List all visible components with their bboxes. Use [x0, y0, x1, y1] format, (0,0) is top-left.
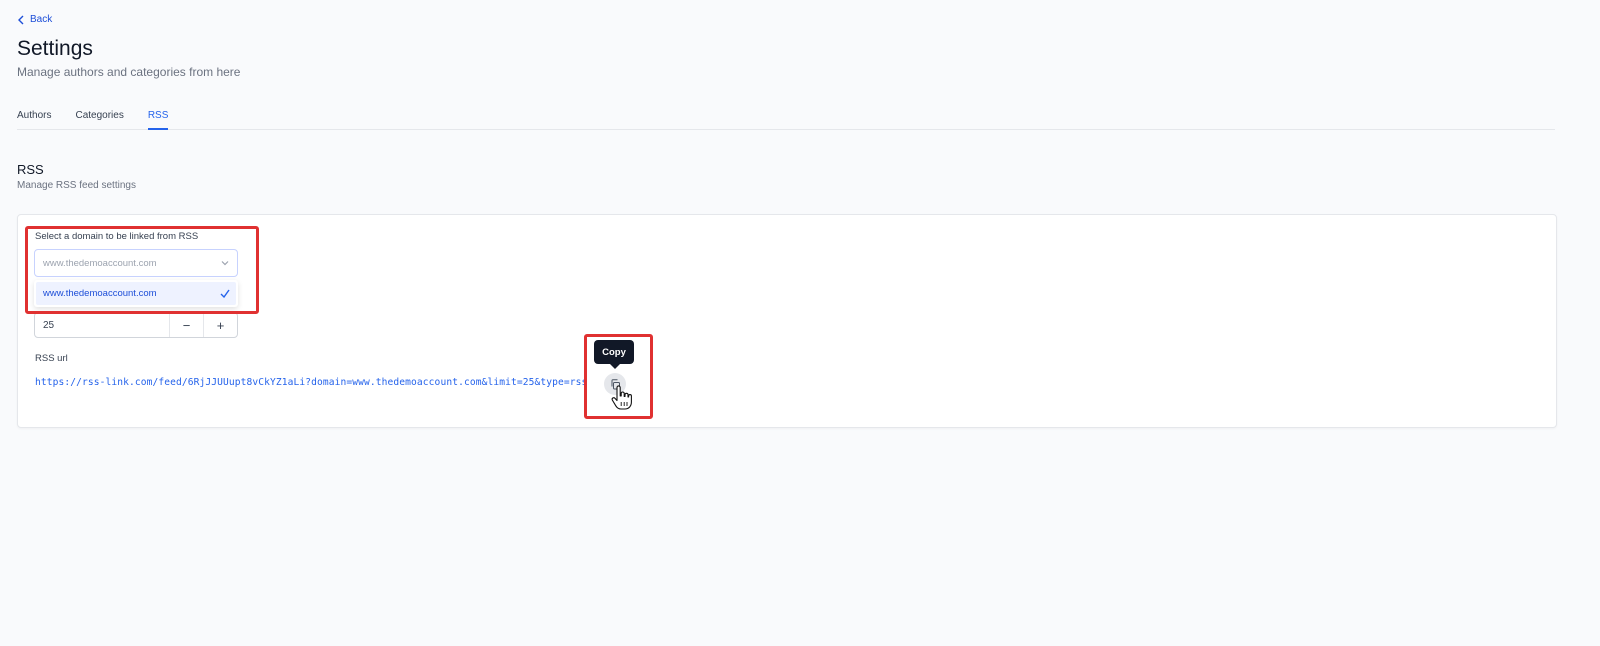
limit-stepper: 25 − + [34, 312, 238, 338]
domain-select[interactable]: www.thedemoaccount.com [34, 249, 238, 277]
check-icon [220, 289, 230, 298]
chevron-left-icon [18, 15, 24, 24]
section-title: RSS [17, 162, 44, 177]
page-title: Settings [17, 37, 93, 60]
domain-option-label: www.thedemoaccount.com [43, 288, 157, 299]
page-subtitle: Manage authors and categories from here [17, 65, 241, 79]
tab-bar: Authors Categories RSS [17, 105, 1555, 130]
decrement-button[interactable]: − [169, 313, 203, 337]
increment-button[interactable]: + [203, 313, 237, 337]
chevron-down-icon [221, 261, 229, 266]
domain-select-label: Select a domain to be linked from RSS [35, 231, 199, 242]
domain-dropdown-menu: www.thedemoaccount.com [34, 280, 238, 307]
copy-tooltip: Copy [594, 340, 634, 369]
rss-url-label: RSS url [35, 353, 68, 364]
domain-select-value: www.thedemoaccount.com [43, 257, 157, 269]
tab-authors[interactable]: Authors [17, 105, 51, 130]
back-link[interactable]: Back [17, 14, 52, 25]
copy-icon [611, 378, 620, 389]
domain-option[interactable]: www.thedemoaccount.com [36, 282, 236, 305]
limit-input[interactable]: 25 [35, 320, 169, 331]
section-subtitle: Manage RSS feed settings [17, 180, 136, 191]
tab-categories[interactable]: Categories [75, 105, 123, 130]
tab-rss[interactable]: RSS [147, 105, 169, 130]
back-label: Back [30, 14, 53, 25]
rss-url-link[interactable]: https://rss-link.com/feed/6RjJJUUupt8vCk… [35, 377, 587, 388]
rss-settings-card [17, 214, 1557, 428]
copy-button[interactable] [604, 373, 626, 395]
